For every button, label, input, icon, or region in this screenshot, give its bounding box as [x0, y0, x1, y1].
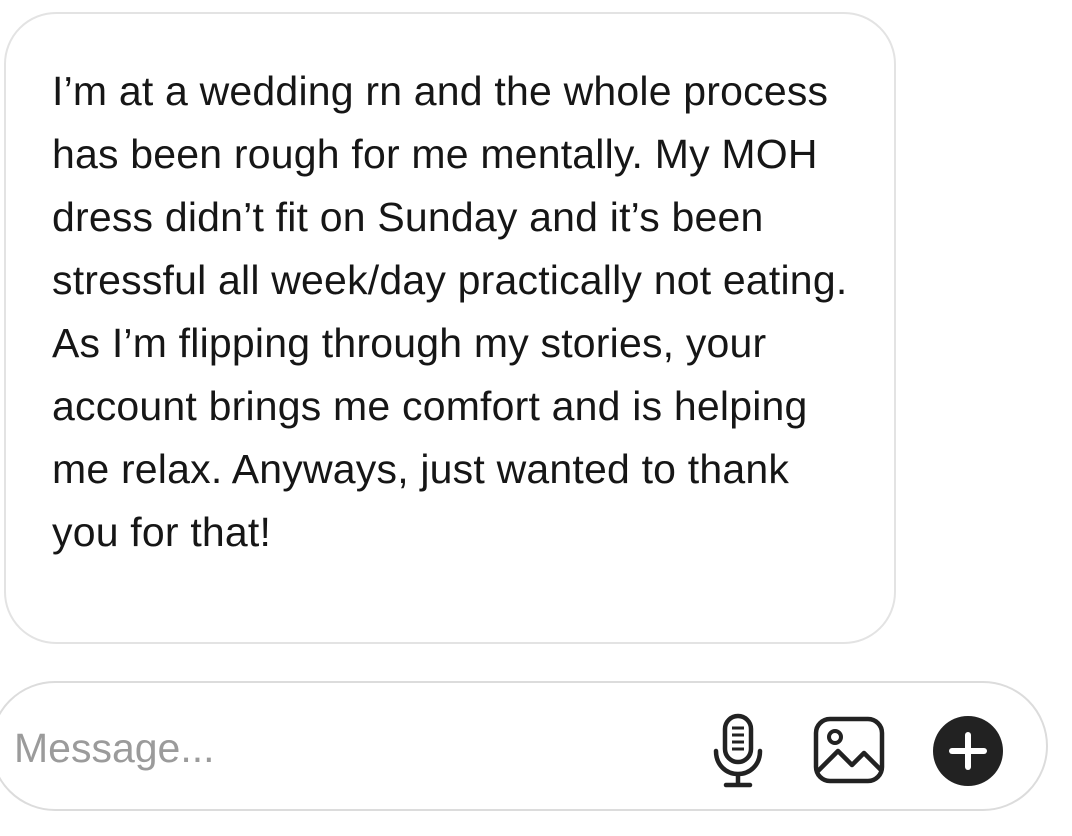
received-message-bubble[interactable]: I’m at a wedding rn and the whole proces… [4, 12, 896, 644]
image-icon [813, 716, 885, 784]
microphone-icon [713, 713, 763, 788]
microphone-button[interactable] [710, 713, 766, 789]
message-composer [0, 681, 1048, 811]
message-text: I’m at a wedding rn and the whole proces… [52, 68, 848, 555]
gallery-button[interactable] [812, 715, 886, 785]
add-button[interactable] [932, 715, 1004, 787]
plus-icon [933, 716, 1003, 786]
message-input[interactable] [14, 721, 654, 775]
